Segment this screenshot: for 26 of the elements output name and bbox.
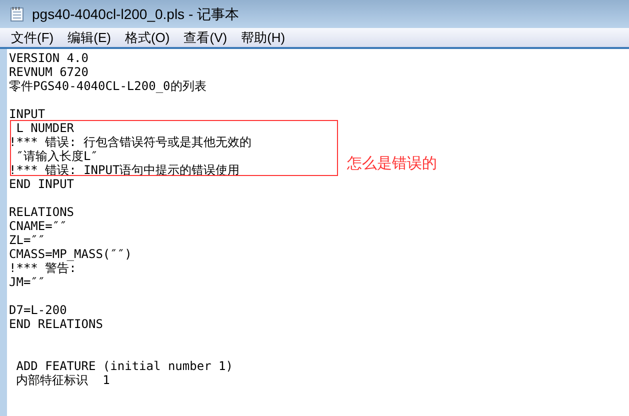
text-line: D7=L-200: [9, 303, 67, 317]
text-line: END INPUT: [9, 177, 74, 191]
menu-item[interactable]: 帮助(H): [234, 28, 292, 48]
text-line: 零件PGS40-4040CL-L200_0的列表: [9, 79, 206, 93]
text-line: ZL=″″: [9, 233, 46, 247]
text-line: CMASS=MP_MASS(″″): [9, 247, 132, 261]
window-title: pgs40-4040cl-l200_0.pls - 记事本: [32, 4, 239, 24]
text-line: CNAME=″″: [9, 219, 67, 233]
menu-item[interactable]: 文件(F): [4, 28, 61, 48]
text-line: JM=″″: [9, 275, 46, 289]
menu-item[interactable]: 查看(V): [176, 28, 234, 48]
menu-item[interactable]: 格式(O): [118, 28, 177, 48]
text-line: 内部特征标识 1: [15, 373, 110, 387]
text-line: END RELATIONS: [9, 317, 103, 331]
text-line: ADD FEATURE (initial number 1): [15, 359, 233, 373]
annotation-text: 怎么是错误的: [347, 154, 437, 174]
text-line: INPUT: [9, 107, 46, 121]
menu-item[interactable]: 编辑(E): [60, 28, 118, 48]
notepad-icon: [10, 6, 24, 22]
text-line: !*** 警告:: [9, 261, 76, 275]
text-line: VERSION 4.0: [9, 51, 88, 65]
text-line: ″请输入长度L″: [15, 149, 98, 163]
text-line: L NUMDER: [15, 121, 74, 135]
text-line: REVNUM 6720: [9, 65, 88, 79]
text-line: !*** 错误: 行包含错误符号或是其他无效的: [9, 135, 252, 149]
text-line: RELATIONS: [9, 205, 74, 219]
